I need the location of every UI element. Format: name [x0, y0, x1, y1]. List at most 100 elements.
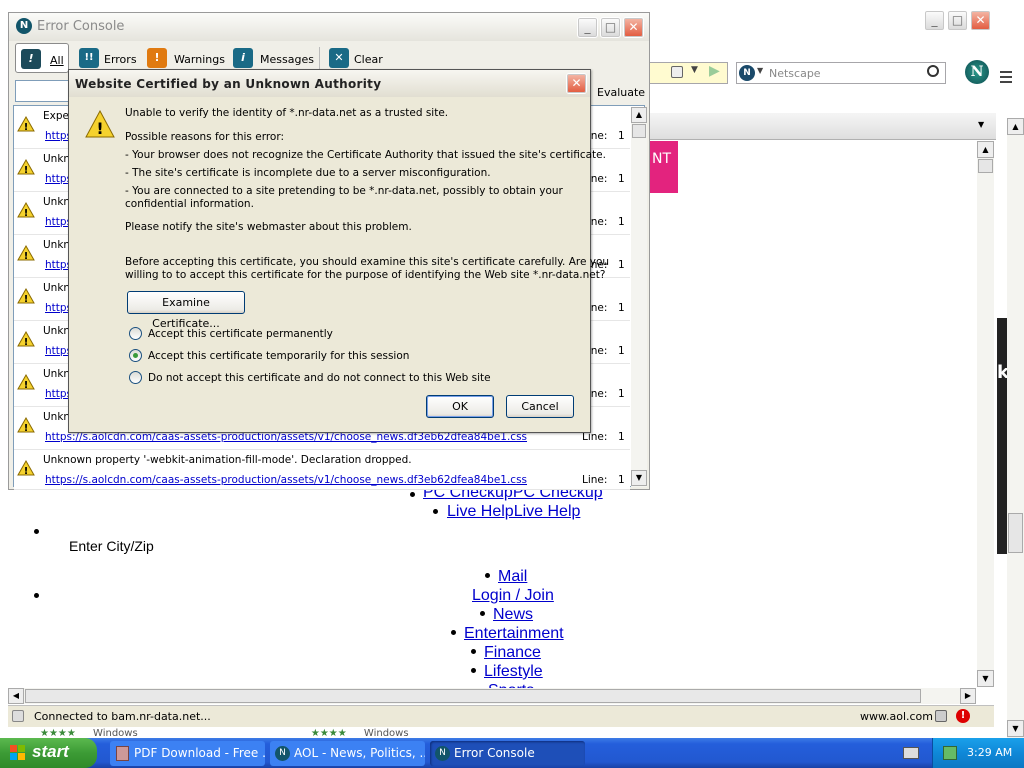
- network-icon[interactable]: [943, 746, 957, 760]
- taskbar: start PDF Download - Free ... N AOL - Ne…: [0, 738, 1024, 768]
- outer-scroll-down-button[interactable]: ▼: [1007, 720, 1024, 737]
- examine-certificate-label: Examine Certificate...: [152, 296, 220, 330]
- radio-do-not-accept[interactable]: [129, 371, 142, 384]
- warning-icon: !: [17, 115, 35, 133]
- console-row-message: Unkn: [43, 325, 71, 337]
- outer-scroll-up-button[interactable]: ▲: [1007, 118, 1024, 135]
- warning-icon: !: [17, 416, 35, 434]
- go-arrow-icon[interactable]: ▶: [709, 63, 720, 79]
- live-help-link[interactable]: Live HelpLive Help: [447, 503, 580, 521]
- console-row-source-link[interactable]: https://s.aolcdn.com/caas-assets-product…: [45, 474, 527, 486]
- dialog-examine-a: Before accepting this certificate, you s…: [125, 256, 610, 268]
- search-engine-dropdown-icon[interactable]: ▼: [757, 66, 763, 75]
- window-vertical-scrollbar[interactable]: ▲ ▼: [1007, 118, 1024, 738]
- taskbar-item-pdf[interactable]: PDF Download - Free ...: [110, 741, 265, 766]
- taskbar-item-error-console[interactable]: N Error Console: [430, 741, 585, 766]
- browser-minimize-button[interactable]: _: [924, 10, 945, 31]
- radio-accept-permanently-label[interactable]: Accept this certificate permanently: [148, 328, 333, 340]
- lifestyle-link[interactable]: Lifestyle: [484, 663, 543, 681]
- dropdown-arrow-icon[interactable]: ▼: [691, 65, 698, 75]
- error-indicator-icon[interactable]: !: [956, 709, 970, 723]
- dialog-title-bar[interactable]: Website Certified by an Unknown Authorit…: [69, 70, 590, 97]
- login-join-link[interactable]: Login / Join: [472, 587, 554, 605]
- hscroll-thumb[interactable]: [25, 689, 921, 703]
- bullet: [485, 573, 490, 578]
- svg-text:!: !: [24, 294, 29, 304]
- dialog-reason-1: - Your browser does not recognize the Ce…: [125, 149, 606, 161]
- tab-errors-label: Errors: [104, 53, 137, 66]
- radio-accept-permanently[interactable]: [129, 327, 142, 340]
- tab-warnings-label: Warnings: [174, 53, 225, 66]
- scroll-down-button[interactable]: ▼: [977, 670, 994, 687]
- browser-close-button[interactable]: ✕: [970, 10, 991, 31]
- scroll-right-button[interactable]: ▶: [960, 688, 976, 704]
- news-link[interactable]: News: [493, 606, 533, 624]
- start-label: start: [32, 742, 69, 761]
- page-horizontal-scrollbar[interactable]: ◀ ▶: [8, 688, 976, 704]
- start-button[interactable]: start: [0, 738, 97, 768]
- scroll-thumb[interactable]: [978, 159, 993, 173]
- scroll-left-button[interactable]: ◀: [8, 688, 24, 704]
- dialog-notify: Please notify the site's webmaster about…: [125, 221, 412, 233]
- console-row-line-number: 1: [618, 173, 625, 185]
- security-lock-icon[interactable]: [935, 710, 947, 722]
- lock-icon: [671, 66, 683, 78]
- bullet: [410, 492, 415, 497]
- outer-scroll-thumb[interactable]: [1008, 513, 1023, 553]
- mail-link[interactable]: Mail: [498, 568, 527, 586]
- console-scroll-down-button[interactable]: ▼: [631, 470, 647, 486]
- taskbar-item-label: Error Console: [454, 746, 535, 760]
- radio-accept-session[interactable]: [129, 349, 142, 362]
- search-box[interactable]: N ▼ Netscape: [736, 62, 946, 84]
- warning-icon: !: [17, 158, 35, 176]
- radio-accept-session-label[interactable]: Accept this certificate temporarily for …: [148, 350, 409, 362]
- console-row-line-number: 1: [618, 302, 625, 314]
- tab-list-dropdown-icon[interactable]: ▼: [978, 120, 984, 129]
- console-title-bar[interactable]: N Error Console _ □ ✕: [9, 13, 649, 41]
- magnifier-icon[interactable]: [927, 65, 939, 77]
- keyboard-icon[interactable]: [903, 747, 919, 759]
- cancel-button[interactable]: Cancel: [506, 395, 574, 418]
- console-row-message: Unkn: [43, 411, 71, 423]
- page-vertical-scrollbar[interactable]: ▲ ▼: [977, 141, 994, 687]
- finance-link[interactable]: Finance: [484, 644, 541, 662]
- taskbar-item-aol[interactable]: N AOL - News, Politics, ...: [270, 741, 425, 766]
- promo-banner-text: NT: [652, 151, 672, 167]
- code-input[interactable]: [15, 80, 69, 102]
- svg-text:!: !: [24, 423, 29, 433]
- console-scroll-thumb[interactable]: [632, 124, 646, 138]
- console-close-button[interactable]: ✕: [623, 17, 644, 38]
- netscape-icon: N: [275, 746, 290, 761]
- console-maximize-button[interactable]: □: [600, 17, 621, 38]
- dialog-title: Website Certified by an Unknown Authorit…: [75, 77, 382, 91]
- console-minimize-button[interactable]: _: [577, 17, 598, 38]
- search-input[interactable]: Netscape: [769, 67, 821, 80]
- document-icon: [116, 746, 129, 761]
- warning-icon: !: [17, 244, 35, 262]
- netscape-logo-icon[interactable]: N: [965, 60, 989, 84]
- ok-button[interactable]: OK: [426, 395, 494, 418]
- console-row[interactable]: ! Unknown property '-webkit-animation-fil…: [14, 450, 630, 490]
- netscape-search-icon[interactable]: N: [739, 65, 755, 81]
- promo-banner[interactable]: NT: [650, 141, 678, 193]
- radio-do-not-accept-label[interactable]: Do not accept this certificate and do no…: [148, 372, 491, 384]
- tab-all[interactable]: ! All: [15, 43, 69, 73]
- url-bar-end[interactable]: ▼ ▶: [648, 62, 728, 84]
- certificate-dialog: Website Certified by an Unknown Authorit…: [68, 69, 609, 433]
- dialog-close-button[interactable]: ✕: [566, 73, 587, 94]
- scroll-up-button[interactable]: ▲: [977, 141, 994, 158]
- browser-maximize-button[interactable]: □: [947, 10, 968, 31]
- entertainment-link[interactable]: Entertainment: [464, 625, 564, 643]
- svg-text:!: !: [24, 251, 29, 261]
- minimize-icon: _: [584, 20, 591, 34]
- taskbar-item-label: PDF Download - Free ...: [134, 746, 265, 760]
- warnings-icon: !: [147, 48, 167, 68]
- warning-icon: !: [17, 459, 35, 477]
- console-scroll-up-button[interactable]: ▲: [631, 107, 647, 123]
- examine-certificate-button[interactable]: Examine Certificate...: [127, 291, 245, 330]
- evaluate-button[interactable]: Evaluate: [597, 86, 645, 99]
- clock[interactable]: 3:29 AM: [967, 746, 1012, 759]
- menu-icon[interactable]: [1000, 70, 1012, 84]
- console-list-scrollbar[interactable]: ▲ ▼: [631, 107, 647, 487]
- console-row-message: Unkn: [43, 368, 71, 380]
